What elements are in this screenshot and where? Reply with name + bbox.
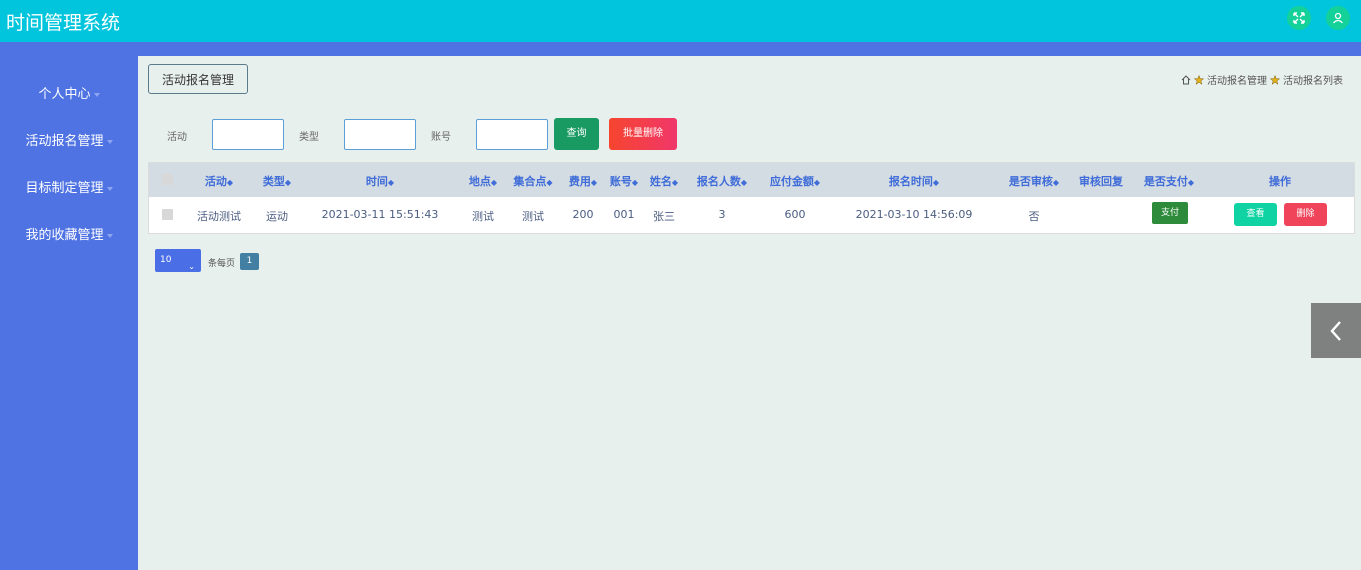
- column-header-type[interactable]: 类型◆: [254, 173, 300, 189]
- sort-icon: ◆: [631, 178, 639, 187]
- expand-icon: [1293, 12, 1305, 24]
- page-number-button[interactable]: 1: [240, 253, 259, 270]
- caret-down-icon: [106, 139, 113, 144]
- side-panel-toggle[interactable]: [1311, 303, 1361, 358]
- page-size-select[interactable]: 10 ⌄: [155, 249, 201, 272]
- sidebar-item-personal-center[interactable]: 个人中心: [0, 83, 138, 102]
- cell-name: 张三: [653, 210, 675, 223]
- cell-location: 测试: [472, 210, 494, 223]
- column-header-actions: 操作: [1269, 175, 1291, 188]
- sidebar-item-goal-setting[interactable]: 目标制定管理: [0, 177, 138, 196]
- star-icon: [1194, 74, 1204, 85]
- main-content: 活动报名管理 活动报名管理 活动报名列表 活动 类型 账号 查询 批量删除 活动…: [138, 56, 1361, 570]
- sidebar-item-label: 目标制定管理: [25, 181, 104, 196]
- cell-activity: 活动测试: [197, 210, 241, 223]
- column-header-location[interactable]: 地点◆: [460, 173, 506, 189]
- caret-down-icon: [106, 186, 113, 191]
- star-icon: [1270, 74, 1280, 85]
- batch-delete-button[interactable]: 批量删除: [609, 118, 677, 150]
- page-size-value: 10: [160, 255, 172, 265]
- sort-icon: ◆: [1052, 178, 1060, 187]
- sidebar-item-favorites[interactable]: 我的收藏管理: [0, 224, 138, 243]
- column-header-paid[interactable]: 是否支付◆: [1135, 173, 1203, 189]
- type-input[interactable]: [344, 119, 416, 150]
- activity-input[interactable]: [212, 119, 284, 150]
- column-header-account[interactable]: 账号◆: [603, 173, 645, 189]
- sidebar-item-activity-signup[interactable]: 活动报名管理: [0, 130, 138, 149]
- column-header-signup-time[interactable]: 报名时间◆: [864, 173, 964, 189]
- caret-down-icon: [106, 233, 113, 238]
- top-header: 时间管理系统: [0, 0, 1361, 42]
- column-header-count[interactable]: 报名人数◆: [687, 173, 757, 189]
- page-title-button[interactable]: 活动报名管理: [148, 64, 248, 94]
- cell-type: 运动: [266, 210, 288, 223]
- column-header-name[interactable]: 姓名◆: [643, 173, 685, 189]
- column-header-review-reply: 审核回复: [1079, 175, 1123, 188]
- cell-time: 2021-03-11 15:51:43: [321, 208, 439, 221]
- column-header-activity[interactable]: 活动◆: [194, 173, 244, 189]
- sort-icon: ◆: [740, 178, 748, 187]
- select-all-checkbox[interactable]: [162, 174, 173, 185]
- sort-icon: ◆: [590, 178, 598, 187]
- header-sub-bar: [0, 42, 1361, 56]
- sidebar-item-label: 我的收藏管理: [25, 228, 104, 243]
- cell-meeting-point: 测试: [522, 210, 544, 223]
- breadcrumb: 活动报名管理 活动报名列表: [1181, 72, 1343, 87]
- sort-icon: ◆: [284, 178, 292, 187]
- sort-icon: ◆: [490, 178, 498, 187]
- pay-button[interactable]: 支付: [1152, 202, 1188, 224]
- sidebar-item-label: 个人中心: [38, 87, 91, 102]
- breadcrumb-item: 活动报名列表: [1283, 76, 1343, 87]
- chevron-down-icon: ⌄: [188, 262, 195, 271]
- chevron-left-icon: [1330, 320, 1341, 341]
- delete-button[interactable]: 删除: [1284, 203, 1327, 226]
- cell-count: 3: [718, 208, 726, 221]
- cell-reviewed: 否: [1028, 210, 1040, 223]
- activity-label: 活动: [167, 132, 187, 143]
- per-page-label: 条每页: [208, 259, 236, 269]
- caret-down-icon: [93, 92, 100, 97]
- account-input[interactable]: [476, 119, 548, 150]
- sort-icon: ◆: [813, 178, 821, 187]
- column-header-time[interactable]: 时间◆: [345, 173, 415, 189]
- sort-icon: ◆: [387, 178, 395, 187]
- cell-amount: 600: [784, 208, 806, 221]
- cell-account: 001: [613, 208, 635, 221]
- column-header-reviewed[interactable]: 是否审核◆: [1001, 173, 1067, 189]
- home-icon[interactable]: [1181, 74, 1191, 85]
- column-header-amount[interactable]: 应付金额◆: [758, 173, 832, 189]
- cell-signup-time: 2021-03-10 14:56:09: [855, 208, 973, 221]
- sidebar: 个人中心 活动报名管理 目标制定管理 我的收藏管理: [0, 56, 138, 570]
- sort-icon: ◆: [671, 178, 679, 187]
- fullscreen-button[interactable]: [1287, 6, 1311, 30]
- sidebar-item-label: 活动报名管理: [25, 134, 104, 149]
- query-button[interactable]: 查询: [554, 118, 599, 150]
- type-label: 类型: [299, 132, 319, 143]
- cell-fee: 200: [572, 208, 594, 221]
- row-checkbox[interactable]: [162, 209, 173, 220]
- view-button[interactable]: 查看: [1234, 203, 1277, 226]
- user-button[interactable]: [1326, 6, 1350, 30]
- account-label: 账号: [431, 132, 451, 143]
- column-header-meeting-point[interactable]: 集合点◆: [505, 173, 561, 189]
- user-icon: [1333, 12, 1343, 24]
- app-title: 时间管理系统: [6, 12, 121, 34]
- table-header: 活动◆ 类型◆ 时间◆ 地点◆ 集合点◆ 费用◆ 账号◆ 姓名◆ 报名人数◆ 应…: [149, 163, 1354, 197]
- sort-icon: ◆: [546, 178, 553, 187]
- data-table: 活动◆ 类型◆ 时间◆ 地点◆ 集合点◆ 费用◆ 账号◆ 姓名◆ 报名人数◆ 应…: [148, 162, 1355, 234]
- sort-icon: ◆: [226, 178, 234, 187]
- sort-icon: ◆: [932, 178, 940, 187]
- column-header-fee[interactable]: 费用◆: [561, 173, 605, 189]
- sort-icon: ◆: [1187, 178, 1195, 187]
- breadcrumb-item[interactable]: 活动报名管理: [1207, 72, 1267, 87]
